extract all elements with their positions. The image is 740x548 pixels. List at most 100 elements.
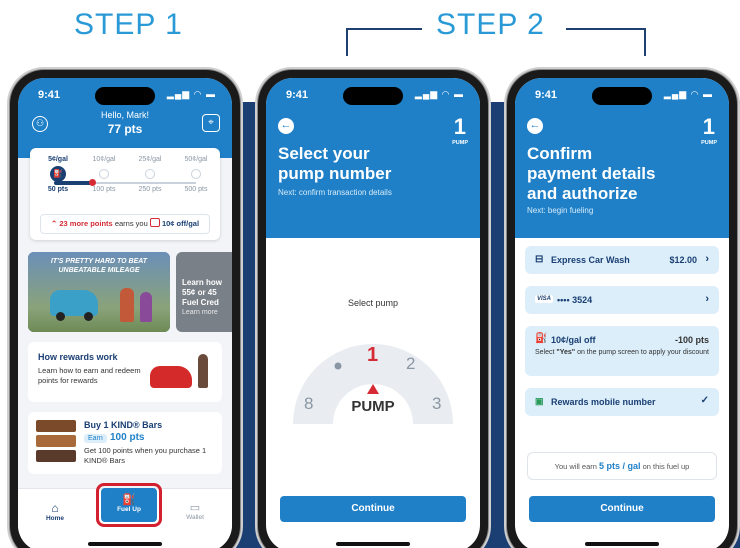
home-icon: ⌂ [51,501,59,515]
tier-5: 5¢/gal ⛽ 50 pts [40,156,76,193]
tier-rate: 50¢/gal [184,156,208,163]
rewards-title: How rewards work [38,352,118,362]
status-time: 9:41 [38,89,61,101]
select-pump-label: Select pump [347,298,399,308]
nav-wallet-label: Wallet [186,514,204,521]
character-figure [120,288,134,322]
title-line-1: Select your [278,144,370,163]
kind-bars-card[interactable]: Buy 1 KIND® Bars Earn 100 pts Get 100 po… [28,412,222,474]
tier-tracker: 5¢/gal ⛽ 50 pts 10¢/gal 100 pts 25¢/gal … [40,156,210,210]
tier-card: 5¢/gal ⛽ 50 pts 10¢/gal 100 pts 25¢/gal … [30,148,220,240]
home-indicator [585,542,659,546]
promo-banner-mileage[interactable]: IT'S PRETTY HARD TO BEAT UNBEATABLE MILE… [28,252,170,332]
fuel-pump-icon: ⛽ [50,166,66,182]
promo2-link: Learn more [182,309,218,316]
how-rewards-card[interactable]: How rewards work Learn how to earn and r… [28,342,222,402]
payment-card-row[interactable]: VISA •••• 3524 › [525,286,719,314]
pump-number-badge: 1 [453,114,466,139]
chevron-right-icon: › [705,253,709,265]
step1-label: STEP 1 [74,8,183,41]
dial-dot [334,362,342,370]
phone-home: 9:41 ▂▄▆ ◠ ▬ ⚇ Hello, Mark! 77 pts ⌖ 5¢/… [10,70,240,548]
tier-pts: 50 pts [47,186,69,193]
earn-post: on this fuel up [640,462,690,471]
nav-home-label: Home [45,515,65,522]
title-line-3: and authorize [527,184,638,203]
visa-icon: VISA [535,295,554,303]
kind-title: Buy 1 KIND® Bars [84,420,163,430]
tier-pts: 100 pts [92,186,116,193]
promo-headline-1: IT'S PRETTY HARD TO BEAT [50,258,148,265]
nav-fuel-label: Fuel Up [117,506,141,513]
car-wash-row[interactable]: ⊟ Express Car Wash $12.00 › [525,246,719,274]
subtitle: Next: confirm transaction details [278,188,392,197]
home-indicator [336,542,410,546]
home-screen: 9:41 ▂▄▆ ◠ ▬ ⚇ Hello, Mark! 77 pts ⌖ 5¢/… [18,78,232,548]
reward-value: 10¢ off/gal [161,219,200,228]
bottom-nav: ⌂ Home ⛽ Fuel Up ▭ Wallet [18,483,232,548]
note-post: on the pump screen to apply your discoun… [575,349,709,356]
dial-pointer [367,384,379,394]
bracket-line-right [566,28,646,30]
promo-banner-fuel-credit[interactable]: Learn how 55¢ or 45 Fuel Cred Learn more [176,252,232,332]
phone-icon: ▣ [535,396,544,406]
car-wash-price: $12.00 [669,255,697,265]
marketing-canvas: STEP 1 STEP 2 9:41 ▂▄▆ ◠ ▬ ⚇ Hello, Mark… [0,0,740,548]
dynamic-island [95,87,155,105]
continue-button[interactable]: Continue [280,496,466,522]
tier-circle [99,169,109,179]
phone-confirm-payment: 9:41 ▂▄▆ ◠ ▬ ← 1 PUMP Confirm payment de… [507,70,737,548]
back-arrow-icon[interactable]: ← [278,118,294,134]
wallet-icon: ▭ [189,502,201,514]
kind-points: 100 pts [110,432,145,443]
rewards-desc: Learn how to earn and redeem points for … [38,366,141,385]
rewards-mobile-label: Rewards mobile number [551,397,656,407]
dial-number-selected[interactable]: 1 [367,344,378,367]
points-balance: 77 pts [107,122,143,136]
bracket-line-left [346,28,422,30]
promo2-text: Learn how [182,278,223,287]
nav-wallet[interactable]: ▭ Wallet [180,501,210,521]
status-time: 9:41 [286,89,309,101]
pump-number-badge: 1 [702,114,715,139]
tier-pts: 500 pts [184,186,208,193]
tier-50: 50¢/gal 500 pts [178,156,214,193]
tier-10: 10¢/gal 100 pts [86,156,122,193]
title-line-2: pump number [278,164,392,183]
greeting: Hello, Mark! [100,110,149,120]
chevron-right-icon: › [705,293,709,305]
back-arrow-icon[interactable]: ← [527,118,543,134]
pump-dial[interactable] [278,324,468,434]
status-time: 9:41 [535,89,558,101]
discount-note: Select "Yes" on the pump screen to apply… [535,348,709,358]
promo-headline-2: UNBEATABLE MILEAGE [58,267,140,274]
fuel-up-highlight: ⛽ Fuel Up [96,483,162,527]
location-pin-icon[interactable]: ⌖ [202,114,220,132]
signal-wifi-battery-icon: ▂▄▆ ◠ ▬ [414,89,464,99]
dynamic-island [343,87,403,105]
signal-wifi-battery-icon: ▂▄▆ ◠ ▬ [166,89,216,99]
red-car-image [150,366,192,388]
car-wash-label: Express Car Wash [551,255,630,265]
car-wheel [56,312,65,321]
tier-rate: 25¢/gal [138,156,162,163]
rewards-mobile-row[interactable]: ▣ Rewards mobile number ✓ [525,388,719,416]
earn-value: 5 pts / gal [599,461,641,471]
earn-badge: Earn [84,434,107,443]
checkmark-icon: ✓ [700,395,709,406]
nav-home[interactable]: ⌂ Home [40,501,70,522]
signal-wifi-battery-icon: ▂▄▆ ◠ ▬ [663,89,713,99]
nav-fuel-up[interactable]: ⛽ Fuel Up [101,488,157,522]
earns-you: earns you [114,219,148,228]
character-figure [198,354,208,388]
card-number: •••• 3524 [557,295,593,305]
discount-row[interactable]: ⛽ 10¢/gal off -100 pts Select "Yes" on t… [525,326,719,376]
tier-25: 25¢/gal 250 pts [132,156,168,193]
discount-points: -100 pts [674,335,709,345]
title-line-2: payment details [527,164,656,183]
dial-number-2[interactable]: 2 [406,354,415,374]
pump-badge-label: PUMP [701,140,717,146]
phone-select-pump: 9:41 ▂▄▆ ◠ ▬ ← 1 PUMP Select your pump n… [258,70,488,548]
subtitle: Next: begin fueling [527,206,594,215]
continue-button[interactable]: Continue [529,496,715,522]
